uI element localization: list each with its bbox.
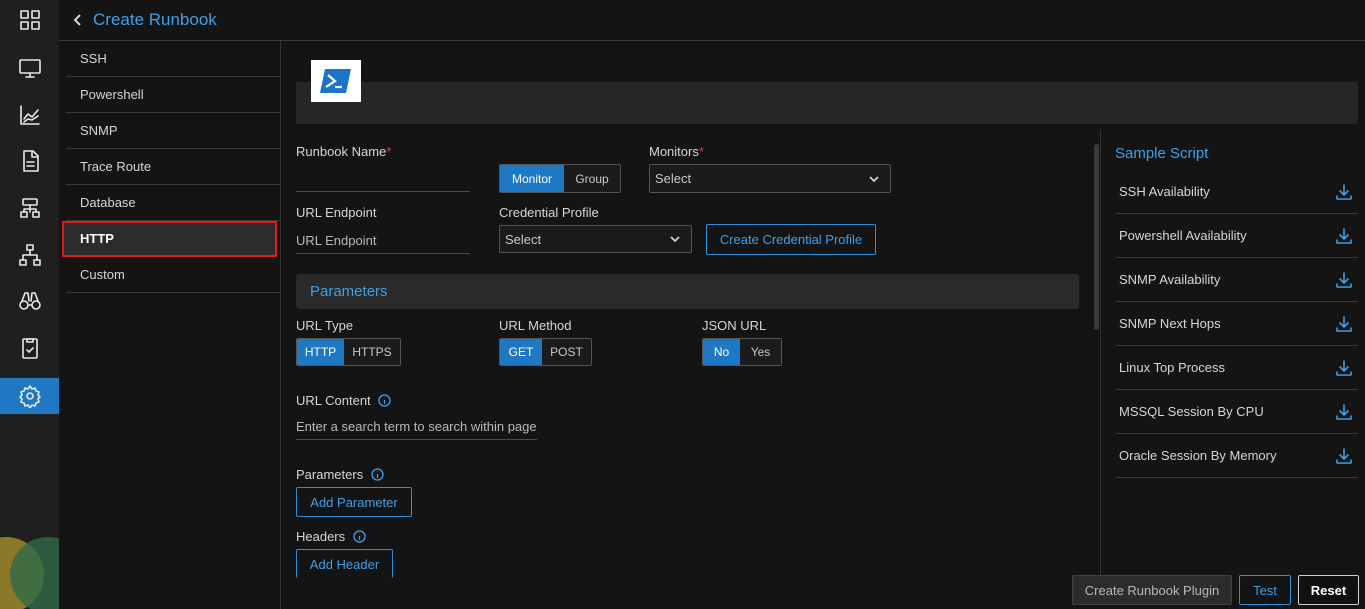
credential-profile-label: Credential Profile [499,205,599,220]
add-parameter-button[interactable]: Add Parameter [296,487,412,517]
type-item-trace-route[interactable]: Trace Route [66,149,280,185]
url-type-http[interactable]: HTTP [297,339,344,365]
reset-button[interactable]: Reset [1298,575,1359,605]
runbook-name-input[interactable] [296,166,470,192]
sample-script-item[interactable]: SNMP Availability [1116,258,1358,302]
audit-icon[interactable] [0,330,59,366]
url-type-toggle: HTTP HTTPS [296,338,401,366]
parameters-section-title: Parameters [310,283,388,300]
target-type-toggle: Monitor Group [499,164,621,193]
chevron-down-icon [670,236,680,243]
sample-script-name: SNMP Next Hops [1119,316,1221,331]
runbook-name-label: Runbook Name* [296,144,392,159]
sample-script-item[interactable]: MSSQL Session By CPU [1116,390,1358,434]
sample-script-name: SSH Availability [1119,184,1210,199]
parameters-section-header: Parameters [296,274,1079,309]
credential-profile-value: Select [505,231,542,247]
url-content-input[interactable] [296,413,537,440]
download-icon[interactable] [1334,358,1354,378]
network-icon[interactable] [0,237,59,273]
monitor-icon[interactable] [0,50,59,86]
type-item-powershell[interactable]: Powershell [66,77,280,113]
type-item-http[interactable]: HTTP [62,221,277,257]
sample-script-item[interactable]: SSH Availability [1116,170,1358,214]
url-method-label: URL Method [499,318,572,333]
sample-script-name: Linux Top Process [1119,360,1225,375]
download-icon[interactable] [1334,314,1354,334]
info-icon[interactable] [371,468,384,481]
credential-profile-select[interactable]: Select [499,225,692,253]
sample-script-name: SNMP Availability [1119,272,1221,287]
page-title: Create Runbook [93,10,217,29]
sample-script-item[interactable]: SNMP Next Hops [1116,302,1358,346]
json-url-no[interactable]: No [703,339,740,365]
type-item-ssh[interactable]: SSH [66,41,280,77]
monitors-select-value: Select [655,171,692,186]
monitors-label: Monitors* [649,144,704,159]
sample-script-item[interactable]: Powershell Availability [1116,214,1358,258]
powershell-logo [311,60,361,102]
sample-script-list: SSH Availability Powershell Availability… [1116,170,1358,478]
url-endpoint-label: URL Endpoint [296,205,377,220]
url-type-https[interactable]: HTTPS [344,339,400,365]
url-method-toggle: GET POST [499,338,592,366]
parameters-label: Parameters [296,467,384,482]
dashboard-icon[interactable] [0,2,59,38]
info-icon[interactable] [378,394,391,407]
download-icon[interactable] [1334,270,1354,290]
sample-script-name: Powershell Availability [1119,228,1247,243]
runbook-type-list: SSH Powershell SNMP Trace Route Database… [62,41,280,293]
url-method-post[interactable]: POST [542,339,591,365]
json-url-label: JSON URL [702,318,767,333]
monitor-option[interactable]: Monitor [500,165,564,192]
json-url-toggle: No Yes [702,338,782,366]
info-icon[interactable] [353,530,366,543]
group-option[interactable]: Group [564,165,620,192]
url-endpoint-input[interactable] [296,227,470,254]
sample-script-name: MSSQL Session By CPU [1119,404,1264,419]
panel-divider [280,41,281,609]
create-runbook-plugin-button[interactable]: Create Runbook Plugin [1072,575,1232,605]
back-arrow-icon[interactable] [71,13,85,27]
sample-script-item[interactable]: Oracle Session By Memory [1116,434,1358,478]
headers-label: Headers [296,529,366,544]
explorer-icon[interactable] [0,283,59,319]
powershell-icon [320,69,351,93]
download-icon[interactable] [1334,182,1354,202]
sample-script-name: Oracle Session By Memory [1119,448,1277,463]
test-button[interactable]: Test [1239,575,1291,605]
create-credential-profile-button[interactable]: Create Credential Profile [706,224,876,255]
json-url-yes[interactable]: Yes [740,339,781,365]
type-item-database[interactable]: Database [66,185,280,221]
panel-separator [1100,130,1101,580]
add-header-button[interactable]: Add Header [296,549,393,578]
sample-script-item[interactable]: Linux Top Process [1116,346,1358,390]
brand-decoration [0,537,59,609]
report-icon[interactable] [0,143,59,179]
url-type-label: URL Type [296,318,354,333]
download-icon[interactable] [1334,402,1354,422]
form-scrollbar[interactable] [1094,144,1099,330]
runbook-header-band [296,82,1358,124]
chevron-down-icon [869,175,879,182]
url-method-get[interactable]: GET [500,339,542,365]
download-icon[interactable] [1334,446,1354,466]
type-item-custom[interactable]: Custom [66,257,280,293]
type-item-snmp[interactable]: SNMP [66,113,280,149]
sample-script-title: Sample Script [1115,145,1209,162]
topology-icon[interactable] [0,190,59,226]
metrics-icon[interactable] [0,97,59,133]
monitors-select[interactable]: Select [649,164,891,193]
nav-rail [0,0,59,609]
page-header: Create Runbook [59,0,1365,41]
download-icon[interactable] [1334,226,1354,246]
url-content-label: URL Content [296,393,391,408]
settings-icon[interactable] [0,378,59,414]
